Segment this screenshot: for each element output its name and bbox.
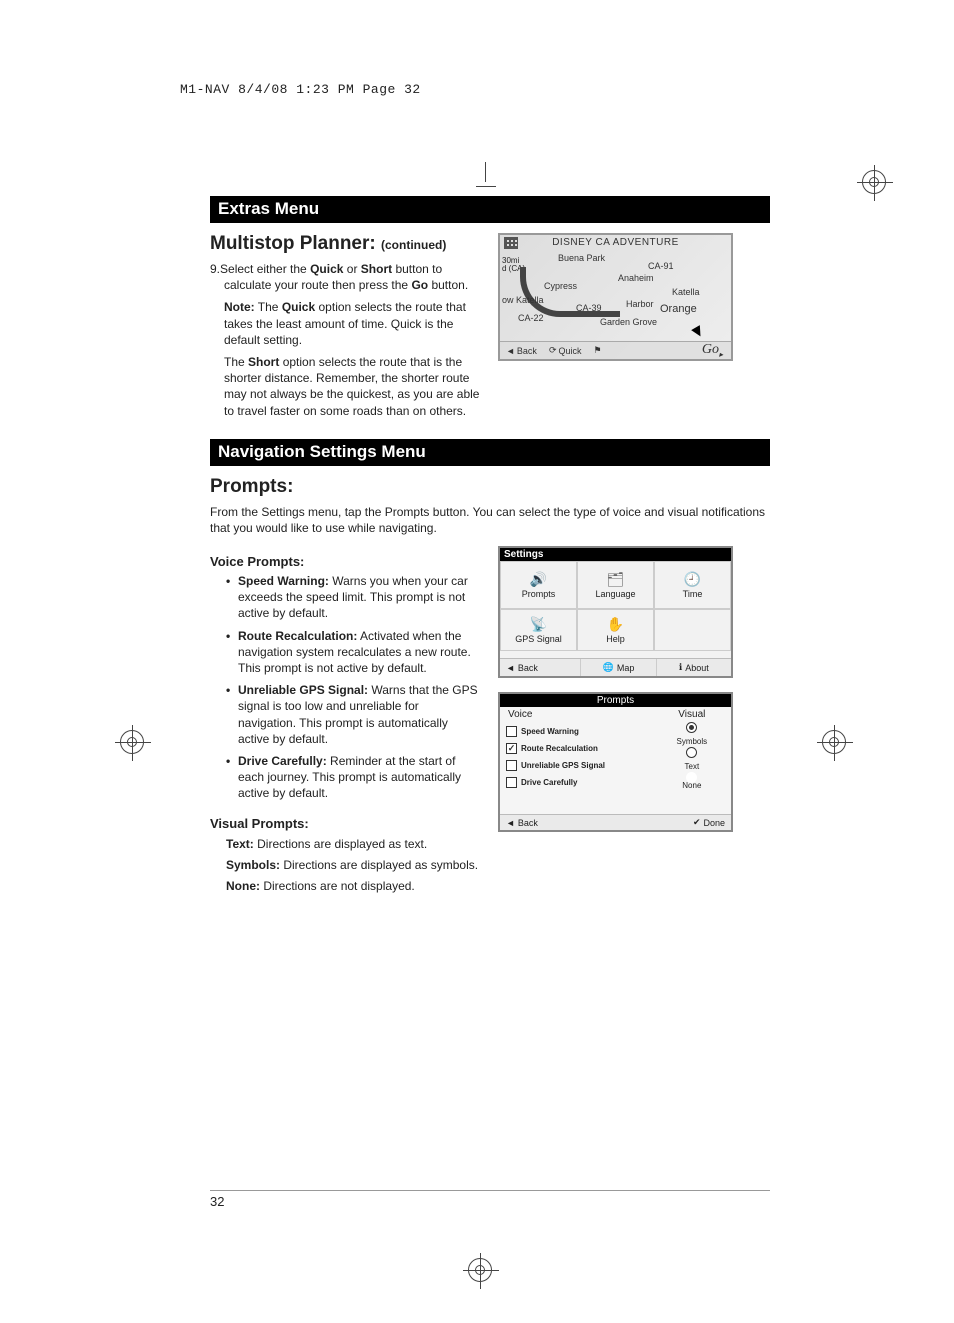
globe-icon: 🌐	[603, 662, 614, 673]
prompts-icon: 🔊	[530, 571, 548, 587]
voice-column-label: Voice	[506, 709, 647, 720]
map-label: CA-91	[648, 261, 674, 271]
map-label: CA-22	[518, 313, 544, 323]
settings-about-button[interactable]: ℹAbout	[657, 659, 731, 676]
clock-icon: 🕘	[684, 571, 702, 587]
map-label: Cypress	[544, 281, 577, 291]
settings-cell-help[interactable]: ✋Help	[577, 609, 654, 651]
arrow-left-icon: ◄	[506, 663, 515, 673]
visual-column-label: Visual	[657, 709, 727, 720]
arrow-left-icon: ◄	[506, 818, 515, 828]
screenshot-map-route: DISNEY CA ADVENTURE 30mid (CA) Buena Par…	[498, 233, 733, 361]
checkbox-route-recalc[interactable]: ✓Route Recalculation	[506, 740, 647, 757]
settings-back-button[interactable]: ◄Back	[500, 659, 581, 676]
radio-symbols[interactable]	[686, 722, 697, 733]
radio-label: Text	[657, 762, 727, 771]
map-label: Anaheim	[618, 273, 654, 283]
map-title: DISNEY CA ADVENTURE	[500, 237, 731, 248]
info-icon: ℹ	[679, 662, 682, 673]
check-icon: ✔	[693, 817, 701, 828]
registration-mark-icon	[822, 730, 846, 754]
prompts-screen-header: Prompts	[500, 694, 731, 707]
registration-mark-icon	[468, 1258, 492, 1282]
map-label: Katella	[672, 287, 700, 297]
radio-label: Symbols	[657, 737, 727, 746]
heading-visual-prompts: Visual Prompts:	[210, 816, 480, 831]
arrow-left-icon: ◄	[506, 346, 515, 356]
visual-prompts-list: Text: Directions are displayed as text. …	[210, 835, 480, 897]
screenshot-prompts-screen: Prompts Voice Speed Warning ✓Route Recal…	[498, 692, 733, 832]
map-label: CA-39	[576, 303, 602, 313]
checkbox-unreliable-gps[interactable]: Unreliable GPS Signal	[506, 757, 647, 774]
map-flag-icon: ⚑	[588, 345, 608, 356]
settings-header: Settings	[500, 548, 731, 561]
registration-mark-icon	[862, 170, 886, 194]
checkbox-speed-warning[interactable]: Speed Warning	[506, 723, 647, 740]
settings-cell-gps[interactable]: 📡GPS Signal	[500, 609, 577, 651]
map-label: Garden Grove	[600, 317, 657, 327]
settings-cell-time[interactable]: 🕘Time	[654, 561, 731, 609]
map-back-button[interactable]: ◄Back	[500, 346, 543, 356]
voice-prompts-list: Speed Warning: Warns you when your car e…	[210, 573, 480, 801]
map-label: ow Katella	[502, 295, 544, 305]
language-icon: 🗂	[607, 571, 625, 587]
heading-prompts: Prompts:	[210, 476, 770, 498]
section-bar-extras-menu: Extras Menu	[210, 196, 770, 223]
page-content: M1-NAV 8/4/08 1:23 PM Page 32 Extras Men…	[210, 88, 770, 898]
heading-multistop-planner: Multistop Planner: (continued)	[210, 233, 480, 255]
refresh-icon: ⟳	[549, 345, 557, 356]
step-9: 9.Select either the Quick or Short butto…	[210, 261, 480, 293]
radio-label: None	[657, 781, 727, 790]
heading-voice-prompts: Voice Prompts:	[210, 554, 480, 569]
prompts-intro-text: From the Settings menu, tap the Prompts …	[210, 504, 770, 536]
checkbox-drive-carefully[interactable]: Drive Carefully	[506, 774, 647, 791]
page-number: 32	[210, 1190, 770, 1209]
radio-text[interactable]	[686, 747, 697, 758]
map-label: Buena Park	[558, 253, 605, 263]
screenshot-settings-menu: Settings 🔊Prompts 🗂Language 🕘Time 📡GPS S…	[498, 546, 733, 678]
settings-map-button[interactable]: 🌐Map	[581, 659, 656, 676]
prompts-back-button[interactable]: ◄Back	[500, 818, 538, 828]
map-go-button[interactable]: Go▸	[702, 342, 731, 359]
print-slug-line: M1-NAV 8/4/08 1:23 PM Page 32	[180, 82, 421, 97]
map-label: Orange	[660, 303, 697, 315]
section-bar-nav-settings: Navigation Settings Menu	[210, 439, 770, 466]
prompts-done-button[interactable]: ✔Done	[693, 817, 731, 828]
settings-cell-empty	[654, 609, 731, 651]
note-short-option: The Short option selects the route that …	[210, 354, 480, 419]
help-icon: ✋	[607, 616, 625, 632]
note-quick-option: Note: The Quick option selects the route…	[210, 299, 480, 348]
map-label: Harbor	[626, 299, 654, 309]
satellite-icon: 📡	[530, 616, 548, 632]
registration-mark-icon	[120, 730, 144, 754]
settings-cell-prompts[interactable]: 🔊Prompts	[500, 561, 577, 609]
map-quick-button[interactable]: ⟳Quick	[543, 345, 588, 356]
settings-cell-language[interactable]: 🗂Language	[577, 561, 654, 609]
cursor-arrow-icon	[691, 325, 705, 339]
